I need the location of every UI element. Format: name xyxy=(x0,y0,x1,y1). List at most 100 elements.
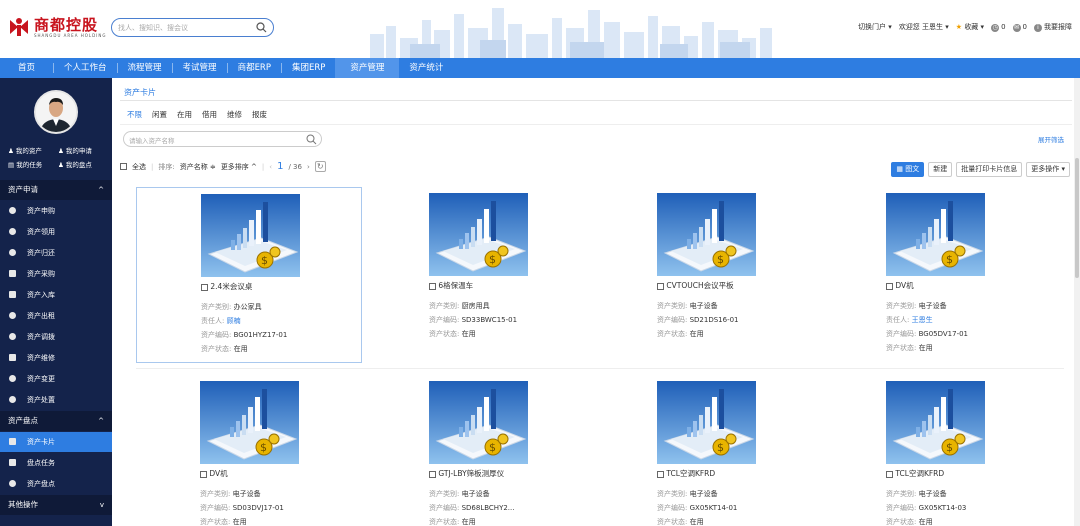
asset-card[interactable]: $ TCL空调KFRD 资产类别: 电子设备 资产编码: GX05KT14-03 资… xyxy=(822,375,1048,526)
sidebar-item-asset-count[interactable]: 资产盘点 xyxy=(0,474,112,494)
sidebar-item-purchase-request[interactable]: 资产申购 xyxy=(0,201,112,221)
todo-count[interactable]: ◷ 0 xyxy=(991,23,1006,32)
select-all-label[interactable]: 全选 xyxy=(132,162,146,172)
asset-card[interactable]: $ DV机 资产类别: 电子设备 责任人: 王恩生 资产编码: BG05DV17-0… xyxy=(822,187,1048,363)
nav-asset-stats[interactable]: 资产统计 xyxy=(399,58,453,78)
field-value: BG05DV17-01 xyxy=(918,330,969,338)
my-applications-link[interactable]: ♟ 我的申请 xyxy=(58,145,108,155)
svg-text:$: $ xyxy=(946,253,953,266)
asset-name[interactable]: GTJ-LBY筛板测厚仪 xyxy=(438,469,504,478)
sidebar-group-asset-apply[interactable]: 资产申请 ^ xyxy=(0,180,112,200)
asset-field-row: 资产类别: 电子设备 xyxy=(657,301,718,311)
filter-all[interactable]: 不限 xyxy=(127,109,142,120)
my-tasks-link[interactable]: ▤ 我的任务 xyxy=(8,159,58,169)
asset-field-row: 资产编码: BG05DV17-01 xyxy=(886,329,968,339)
select-all-checkbox[interactable] xyxy=(120,163,127,170)
new-button[interactable]: 新建 xyxy=(928,162,953,177)
switch-portal-link[interactable]: 切换门户 ▾ xyxy=(858,22,892,32)
nav-home[interactable]: 首页 xyxy=(0,58,53,78)
filter-in-use[interactable]: 在用 xyxy=(177,109,192,120)
user-menu[interactable]: 欢迎您 王恩生 ▾ xyxy=(899,22,949,32)
nav-asset-management[interactable]: 资产管理 xyxy=(335,58,400,78)
card-checkbox[interactable] xyxy=(200,470,207,478)
asset-card[interactable]: $ DV机 资产类别: 电子设备 资产编码: SD03DVJ17-01 资产状态: … xyxy=(136,375,362,526)
card-checkbox[interactable] xyxy=(429,282,436,290)
favorites-link[interactable]: ★ 收藏 ▾ xyxy=(956,22,984,32)
graphic-view-button[interactable]: ▦ 图文 xyxy=(891,162,925,177)
sidebar-item-lease[interactable]: 资产出租 xyxy=(0,306,112,326)
asset-field-row: 资产编码: SD68LBCHY2... xyxy=(429,503,514,513)
sidebar-item-stock-in[interactable]: 资产入库 xyxy=(0,285,112,305)
asset-name[interactable]: DV机 xyxy=(209,469,227,478)
nav-exam[interactable]: 考试管理 xyxy=(173,58,227,78)
more-actions-button[interactable]: 更多操作 ▾ xyxy=(1026,162,1070,177)
nav-process[interactable]: 流程管理 xyxy=(118,58,172,78)
filter-scrapped[interactable]: 报废 xyxy=(252,109,267,120)
sidebar-item-transfer[interactable]: 资产调拨 xyxy=(0,327,112,347)
more-sort-dropdown[interactable]: 更多排序 ^ xyxy=(221,162,257,172)
report-issue-link[interactable]: i 我要报障 xyxy=(1034,22,1072,32)
responsible-person-link[interactable]: 顾楠 xyxy=(227,317,241,325)
asset-name[interactable]: 2.4米会议桌 xyxy=(210,282,252,291)
asset-field-row: 资产状态: 在用 xyxy=(429,329,476,339)
nav-workbench[interactable]: 个人工作台 xyxy=(54,58,117,78)
card-checkbox[interactable] xyxy=(657,282,664,290)
batch-print-button[interactable]: 批量打印卡片信息 xyxy=(956,162,1023,177)
card-checkbox[interactable] xyxy=(657,470,664,478)
current-page[interactable]: 1 xyxy=(277,161,283,172)
asset-name[interactable]: CVTOUCH会议平板 xyxy=(666,281,733,290)
asset-name[interactable]: TCL空调KFRD xyxy=(895,469,944,478)
asset-card[interactable]: $ CVTOUCH会议平板 资产类别: 电子设备 资产编码: SD21DS16-0… xyxy=(593,187,819,363)
filter-repair[interactable]: 维修 xyxy=(227,109,242,120)
company-logo[interactable]: 商都控股 SHANGDU AREA HOLDING xyxy=(8,16,106,38)
my-inventory-link[interactable]: ♟ 我的盘点 xyxy=(58,159,108,169)
sidebar-item-disposal[interactable]: 资产处置 xyxy=(0,390,112,410)
card-checkbox[interactable] xyxy=(886,282,893,290)
sidebar-item-return[interactable]: 资产归还 xyxy=(0,243,112,263)
card-checkbox[interactable] xyxy=(429,470,436,478)
asset-name[interactable]: 6格保温车 xyxy=(438,281,473,290)
message-count[interactable]: ✉ 0 xyxy=(1012,23,1027,32)
sidebar-item-change[interactable]: 资产变更 xyxy=(0,369,112,389)
sidebar-group-other[interactable]: 其他操作 v xyxy=(0,495,112,515)
my-assets-link[interactable]: ♟ 我的资产 xyxy=(8,145,58,155)
svg-text:$: $ xyxy=(717,253,724,266)
card-checkbox[interactable] xyxy=(201,283,208,291)
sidebar-item-inventory-task[interactable]: 盘点任务 xyxy=(0,453,112,473)
list-toolbar: 全选 | 排序: 资产名称 ≑ 更多排序 ^ | ‹ 1 / 36 › ↻ xyxy=(120,161,326,172)
page-scrollbar[interactable] xyxy=(1074,78,1080,526)
sidebar-item-repair[interactable]: 资产维修 xyxy=(0,348,112,368)
search-icon[interactable] xyxy=(306,134,317,145)
field-value: 电子设备 xyxy=(918,490,947,498)
search-icon[interactable] xyxy=(256,22,267,33)
sidebar-item-requisition[interactable]: 资产领用 xyxy=(0,222,112,242)
global-search-input[interactable]: 找人、搜知识、搜会议 xyxy=(111,18,274,37)
sidebar-item-asset-card[interactable]: 资产卡片 xyxy=(0,432,112,452)
sidebar-item-procurement[interactable]: 资产采购 xyxy=(0,264,112,284)
asset-card[interactable]: $ TCL空调KFRD 资产类别: 电子设备 资产编码: GX05KT14-01 资… xyxy=(593,375,819,526)
filter-borrowed[interactable]: 借用 xyxy=(202,109,217,120)
refresh-icon[interactable]: ↻ xyxy=(314,161,326,172)
nav-shangdu-erp[interactable]: 商都ERP xyxy=(228,58,281,78)
filter-idle[interactable]: 闲置 xyxy=(152,109,167,120)
asset-card[interactable]: $ 6格保温车 资产类别: 厨房用具 资产编码: SD33BWC15-01 资产状态… xyxy=(365,187,591,363)
user-avatar-icon xyxy=(36,92,76,132)
sort-field-dropdown[interactable]: 资产名称 ≑ xyxy=(180,162,216,172)
card-checkbox[interactable] xyxy=(886,470,893,478)
asset-search-input[interactable]: 请输入资产名称 xyxy=(123,131,322,147)
nav-group-erp[interactable]: 集团ERP xyxy=(282,58,335,78)
sidebar-group-inventory[interactable]: 资产盘点 ^ xyxy=(0,411,112,431)
expand-filters-link[interactable]: 展开筛选 xyxy=(1038,134,1064,144)
asset-chart-image: $ xyxy=(201,194,300,277)
asset-card[interactable]: $ 2.4米会议桌 资产类别: 办公家具 责任人: 顾楠 资产编码: BG01HYZ… xyxy=(136,187,362,363)
asset-name[interactable]: DV机 xyxy=(895,281,913,290)
sidebar: ♟ 我的资产 ♟ 我的申请 ▤ 我的任务 ♟ 我的盘点 资产申请 ^ 资产申购 资… xyxy=(0,78,112,526)
responsible-person-link[interactable]: 王恩生 xyxy=(912,316,933,324)
prev-page-icon[interactable]: ‹ xyxy=(269,163,272,171)
field-value: 电子设备 xyxy=(918,302,947,310)
next-page-icon[interactable]: › xyxy=(307,163,310,171)
asset-card[interactable]: $ GTJ-LBY筛板测厚仪 资产类别: 电子设备 资产编码: SD68LBCHY… xyxy=(365,375,591,526)
asset-name[interactable]: TCL空调KFRD xyxy=(666,469,715,478)
cart-icon xyxy=(9,270,16,277)
avatar[interactable] xyxy=(34,90,78,134)
